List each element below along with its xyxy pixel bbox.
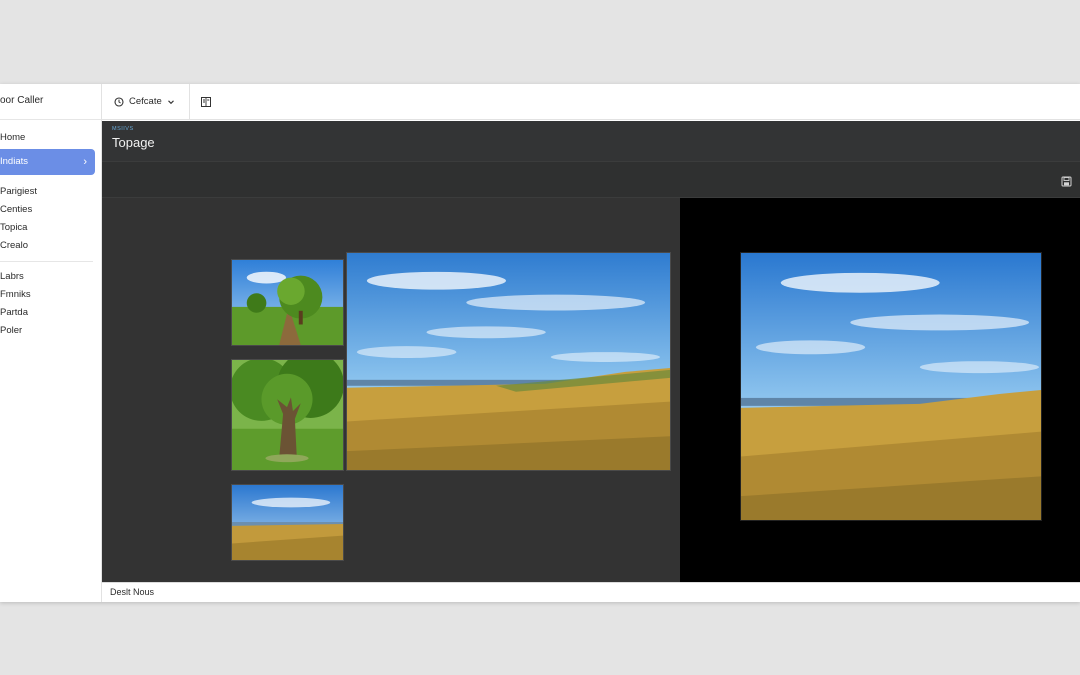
preview-image [740, 252, 1042, 521]
sidebar-item-label: Fmniks [0, 289, 31, 300]
save-button[interactable] [1061, 174, 1072, 192]
chevron-down-icon [167, 98, 175, 106]
top-toolbar: Cefcate [102, 83, 1080, 120]
sidebar-item-label: Home [0, 132, 26, 143]
sidebar-item-partda[interactable]: Partda [0, 304, 101, 322]
gallery-panel [102, 198, 680, 582]
clock-icon [114, 96, 124, 107]
sidebar-item-parigiest[interactable]: Parigiest [0, 183, 101, 201]
dropdown-label: Cefcate [129, 96, 162, 107]
app-window: oor Caller Home Indiats › Parigiest Centi… [0, 83, 1080, 602]
thumbnail-tree-path[interactable] [231, 259, 344, 346]
sidebar-item-label: Poler [0, 325, 23, 336]
category-dropdown[interactable]: Cefcate [102, 83, 190, 120]
status-bar: Deslt Nous [102, 582, 1080, 602]
thumbnail-field-sky[interactable] [231, 484, 344, 561]
sidebar-item-label: Topica [0, 222, 28, 233]
sidebar-item-fmniks[interactable]: Fmniks [0, 286, 101, 304]
sidebar-item-home[interactable]: Home [0, 129, 101, 147]
breadcrumb: MSIIVS [112, 126, 134, 132]
sidebar-item-label: Indiats [0, 156, 28, 167]
page-header: MSIIVS Topage [102, 121, 1080, 161]
sidebar-item-centies[interactable]: Centies [0, 201, 101, 219]
page-title: Topage [112, 135, 155, 150]
thumbnail-oak-tree[interactable] [231, 359, 344, 471]
sidebar-item-indiats[interactable]: Indiats › [0, 149, 95, 175]
sidebar: oor Caller Home Indiats › Parigiest Centi… [0, 84, 102, 602]
sub-toolbar [102, 161, 1080, 198]
main-image[interactable] [346, 252, 671, 471]
sidebar-item-labrs[interactable]: Labrs [0, 268, 101, 286]
sidebar-item-topica[interactable]: Topica [0, 219, 101, 237]
app-title: oor Caller [0, 84, 101, 120]
status-text: Deslt Nous [110, 587, 155, 597]
book-button[interactable] [190, 96, 212, 108]
save-icon [1061, 174, 1072, 191]
preview-panel [680, 198, 1080, 582]
sidebar-item-label: Crealo [0, 240, 28, 251]
sidebar-nav: Home Indiats › Parigiest Centies Topica C… [0, 120, 101, 340]
sidebar-item-crealo[interactable]: Crealo [0, 237, 101, 255]
sidebar-item-label: Partda [0, 307, 28, 318]
sidebar-divider [0, 261, 93, 262]
book-icon [200, 96, 212, 108]
sidebar-item-label: Parigiest [0, 186, 37, 197]
sidebar-item-label: Labrs [0, 271, 24, 282]
sidebar-item-poler[interactable]: Poler [0, 322, 101, 340]
sidebar-item-label: Centies [0, 204, 33, 215]
chevron-right-icon: › [83, 156, 87, 168]
